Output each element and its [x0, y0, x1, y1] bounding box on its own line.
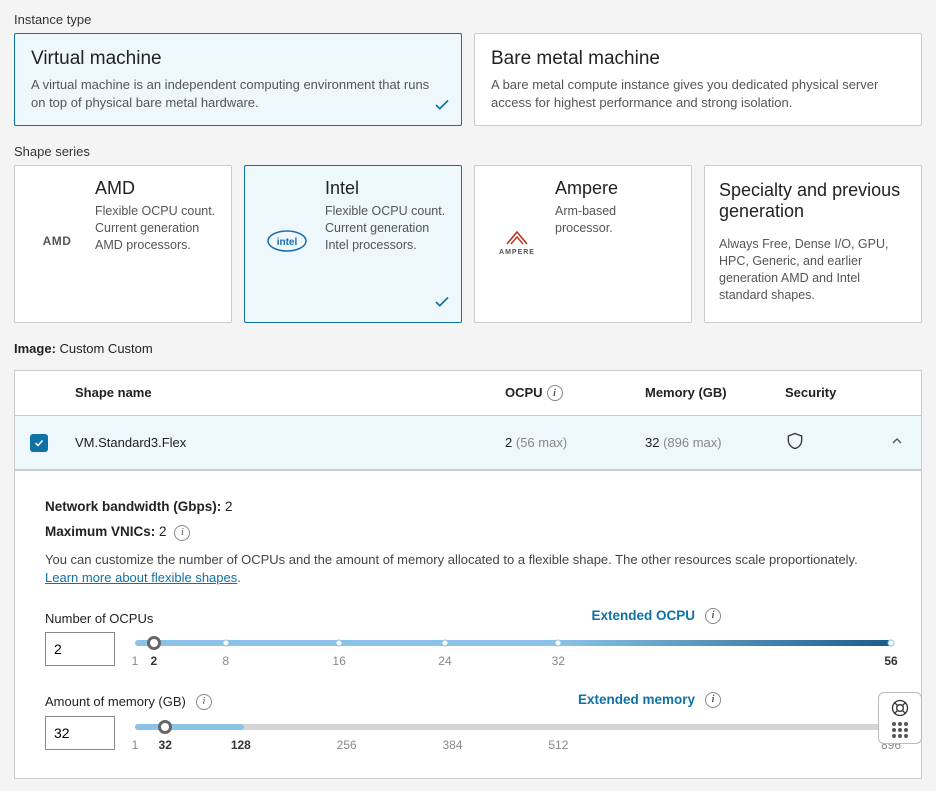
- series-desc: Arm-based processor.: [555, 203, 677, 237]
- shield-icon: [785, 430, 805, 455]
- grid-icon: [892, 722, 908, 738]
- learn-more-link[interactable]: Learn more about flexible shapes: [45, 570, 237, 585]
- card-desc: A bare metal compute instance gives you …: [491, 76, 905, 111]
- shape-series-intel[interactable]: intel Intel Flexible OCPU count. Current…: [244, 165, 462, 323]
- check-icon: [433, 96, 451, 117]
- series-title: Intel: [325, 178, 447, 199]
- bandwidth-line: Network bandwidth (Gbps): 2: [45, 499, 891, 514]
- extended-memory-label: Extended memory i: [578, 692, 721, 708]
- series-desc: Flexible OCPU count. Current generation …: [95, 203, 217, 254]
- info-icon[interactable]: i: [705, 608, 721, 624]
- card-title: Bare metal machine: [491, 48, 905, 70]
- extended-ocpu-label: Extended OCPU i: [591, 608, 721, 624]
- check-icon: [433, 293, 451, 314]
- shape-series-amd[interactable]: AMD AMD Flexible OCPU count. Current gen…: [14, 165, 232, 323]
- shape-detail-panel: Network bandwidth (Gbps): 2 Maximum VNIC…: [14, 471, 922, 779]
- flex-help-text: You can customize the number of OCPUs an…: [45, 551, 891, 587]
- shape-table-header: Shape name OCPUi Memory (GB) Security: [15, 371, 921, 417]
- shape-name: VM.Standard3.Flex: [63, 421, 493, 464]
- amd-logo: AMD: [29, 234, 85, 248]
- intel-logo: intel: [259, 229, 315, 253]
- memory-slider-block: Amount of memory (GB) i Extended memory …: [45, 694, 891, 754]
- info-icon[interactable]: i: [547, 385, 563, 401]
- series-desc: Flexible OCPU count. Current generation …: [325, 203, 447, 254]
- instance-type-label: Instance type: [14, 12, 922, 27]
- instance-type-row: Virtual machine A virtual machine is an …: [14, 33, 922, 126]
- vnics-line: Maximum VNICs: 2 i: [45, 524, 891, 540]
- ocpu-input[interactable]: [45, 632, 115, 666]
- shape-series-ampere[interactable]: AMPERE Ampere Arm-based processor.: [474, 165, 692, 323]
- chevron-up-icon[interactable]: [889, 433, 905, 452]
- series-title: AMD: [95, 178, 217, 199]
- memory-label: Amount of memory (GB) i: [45, 694, 891, 710]
- lifebuoy-icon: [890, 698, 910, 718]
- svg-text:intel: intel: [277, 237, 298, 248]
- col-memory: Memory (GB): [633, 371, 773, 416]
- col-shape-name: Shape name: [63, 371, 493, 416]
- shape-series-specialty[interactable]: Specialty and previous generation Always…: [704, 165, 922, 323]
- row-checkbox[interactable]: [30, 434, 48, 452]
- ocpu-slider-block: Number of OCPUs Extended OCPU i: [45, 611, 891, 670]
- col-security: Security: [773, 371, 873, 416]
- memory-slider[interactable]: Extended memory i 1 32 128 256 384 512 8…: [135, 716, 891, 754]
- card-title: Virtual machine: [31, 48, 445, 70]
- shape-ocpu: 2 (56 max): [493, 421, 633, 464]
- shape-memory: 32 (896 max): [633, 421, 773, 464]
- image-value: Custom Custom: [60, 341, 153, 356]
- col-ocpu: OCPUi: [493, 371, 633, 416]
- ocpu-label: Number of OCPUs: [45, 611, 891, 626]
- memory-input[interactable]: [45, 716, 115, 750]
- shape-series-row: AMD AMD Flexible OCPU count. Current gen…: [14, 165, 922, 323]
- info-icon[interactable]: i: [174, 525, 190, 541]
- instance-type-virtual-machine[interactable]: Virtual machine A virtual machine is an …: [14, 33, 462, 126]
- image-label: Image:: [14, 341, 56, 356]
- info-icon[interactable]: i: [196, 694, 212, 710]
- series-desc: Always Free, Dense I/O, GPU, HPC, Generi…: [719, 236, 907, 304]
- image-line: Image: Custom Custom: [14, 341, 922, 356]
- help-widget[interactable]: [878, 692, 922, 744]
- ocpu-slider[interactable]: Extended OCPU i 1 2 8 16: [135, 632, 891, 670]
- series-title: Specialty and previous generation: [719, 180, 907, 222]
- series-title: Ampere: [555, 178, 677, 199]
- info-icon[interactable]: i: [705, 692, 721, 708]
- ampere-logo: AMPERE: [489, 226, 545, 256]
- card-desc: A virtual machine is an independent comp…: [31, 76, 445, 111]
- instance-type-bare-metal[interactable]: Bare metal machine A bare metal compute …: [474, 33, 922, 126]
- svg-text:AMPERE: AMPERE: [499, 249, 535, 256]
- shape-series-label: Shape series: [14, 144, 922, 159]
- shape-table: Shape name OCPUi Memory (GB) Security VM…: [14, 370, 922, 472]
- shape-row[interactable]: VM.Standard3.Flex 2 (56 max) 32 (896 max…: [15, 416, 921, 470]
